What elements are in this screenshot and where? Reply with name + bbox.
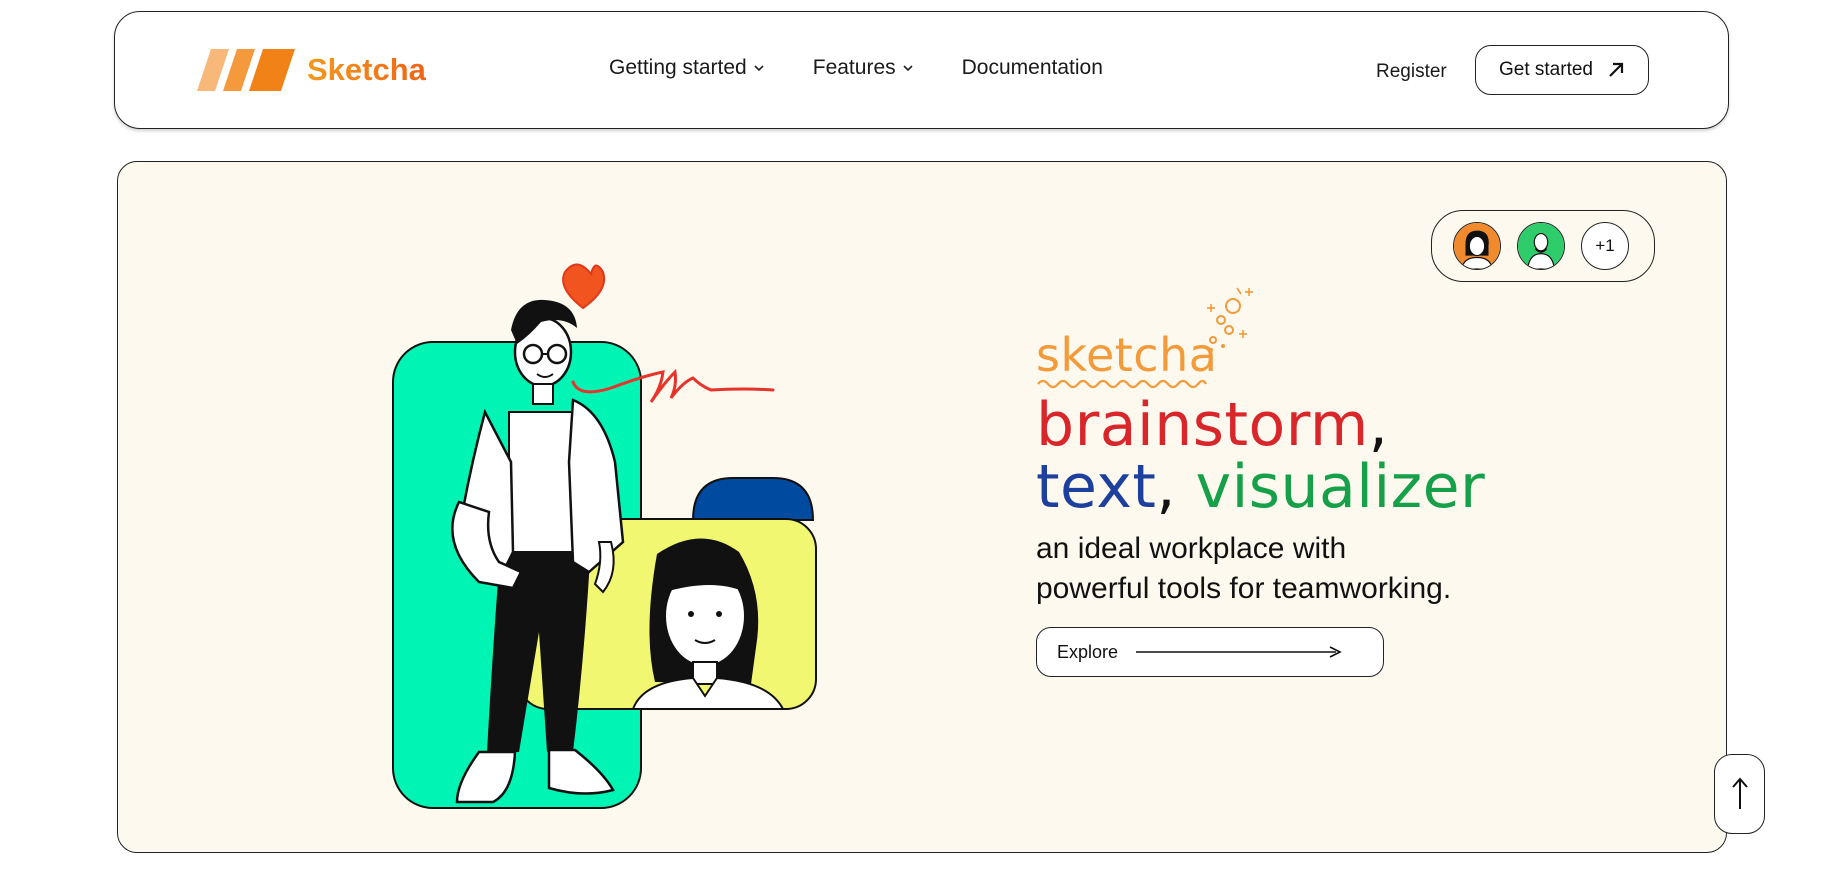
top-navbar: Sketcha Getting started Features Documen…	[114, 11, 1729, 129]
arrow-up-right-icon	[1609, 62, 1624, 77]
hero-headline: brainstorm, text, visualizer	[1036, 394, 1485, 518]
headline-comma-1: ,	[1368, 390, 1389, 460]
nav-features-label: Features	[812, 56, 896, 79]
headline-text: text	[1036, 452, 1157, 522]
headline-brainstorm: brainstorm	[1036, 390, 1369, 460]
nav-features[interactable]: Features	[813, 56, 914, 80]
register-link[interactable]: Register	[1376, 61, 1447, 83]
hero-subline-1: an ideal workplace with	[1036, 532, 1347, 565]
hero-subline: an ideal workplace with powerful tools f…	[1036, 529, 1451, 609]
man-avatar-icon	[1518, 223, 1564, 269]
logo-text: Sketcha	[307, 52, 426, 87]
brand-word: sketcha	[1036, 332, 1217, 392]
avatar-man-green[interactable]	[1517, 222, 1565, 270]
nav-documentation[interactable]: Documentation	[962, 56, 1103, 80]
nav-getting-started-label: Getting started	[609, 56, 747, 79]
chevron-down-icon	[903, 65, 913, 72]
main-nav: Getting started Features Documentation	[609, 56, 1151, 80]
collaborators-pill[interactable]: +1	[1431, 210, 1655, 282]
arrow-up-icon	[1731, 777, 1748, 809]
scroll-to-top-button[interactable]	[1714, 754, 1765, 834]
hero-section: +1 sketcha brainstorm, text, visualizer …	[117, 161, 1727, 853]
long-arrow-right-icon	[1136, 646, 1342, 658]
hero-illustration	[392, 263, 817, 809]
chevron-down-icon	[754, 65, 764, 72]
headline-comma-2: ,	[1156, 452, 1176, 522]
brand-word-text: sketcha	[1036, 328, 1218, 382]
woman-avatar-icon	[1454, 223, 1500, 269]
nav-getting-started[interactable]: Getting started	[609, 56, 765, 80]
logo[interactable]: Sketcha	[197, 49, 426, 91]
more-avatars-badge[interactable]: +1	[1581, 222, 1629, 270]
hero-subline-2: powerful tools for teamworking.	[1036, 572, 1452, 605]
avatar-woman-orange[interactable]	[1453, 222, 1501, 270]
get-started-label: Get started	[1499, 59, 1593, 80]
headline-visualizer: visualizer	[1195, 452, 1486, 522]
logo-stripes-icon	[197, 49, 295, 91]
get-started-button[interactable]: Get started	[1475, 45, 1649, 95]
nav-documentation-label: Documentation	[961, 56, 1103, 79]
explore-label: Explore	[1057, 641, 1119, 662]
explore-button[interactable]: Explore	[1036, 627, 1384, 677]
